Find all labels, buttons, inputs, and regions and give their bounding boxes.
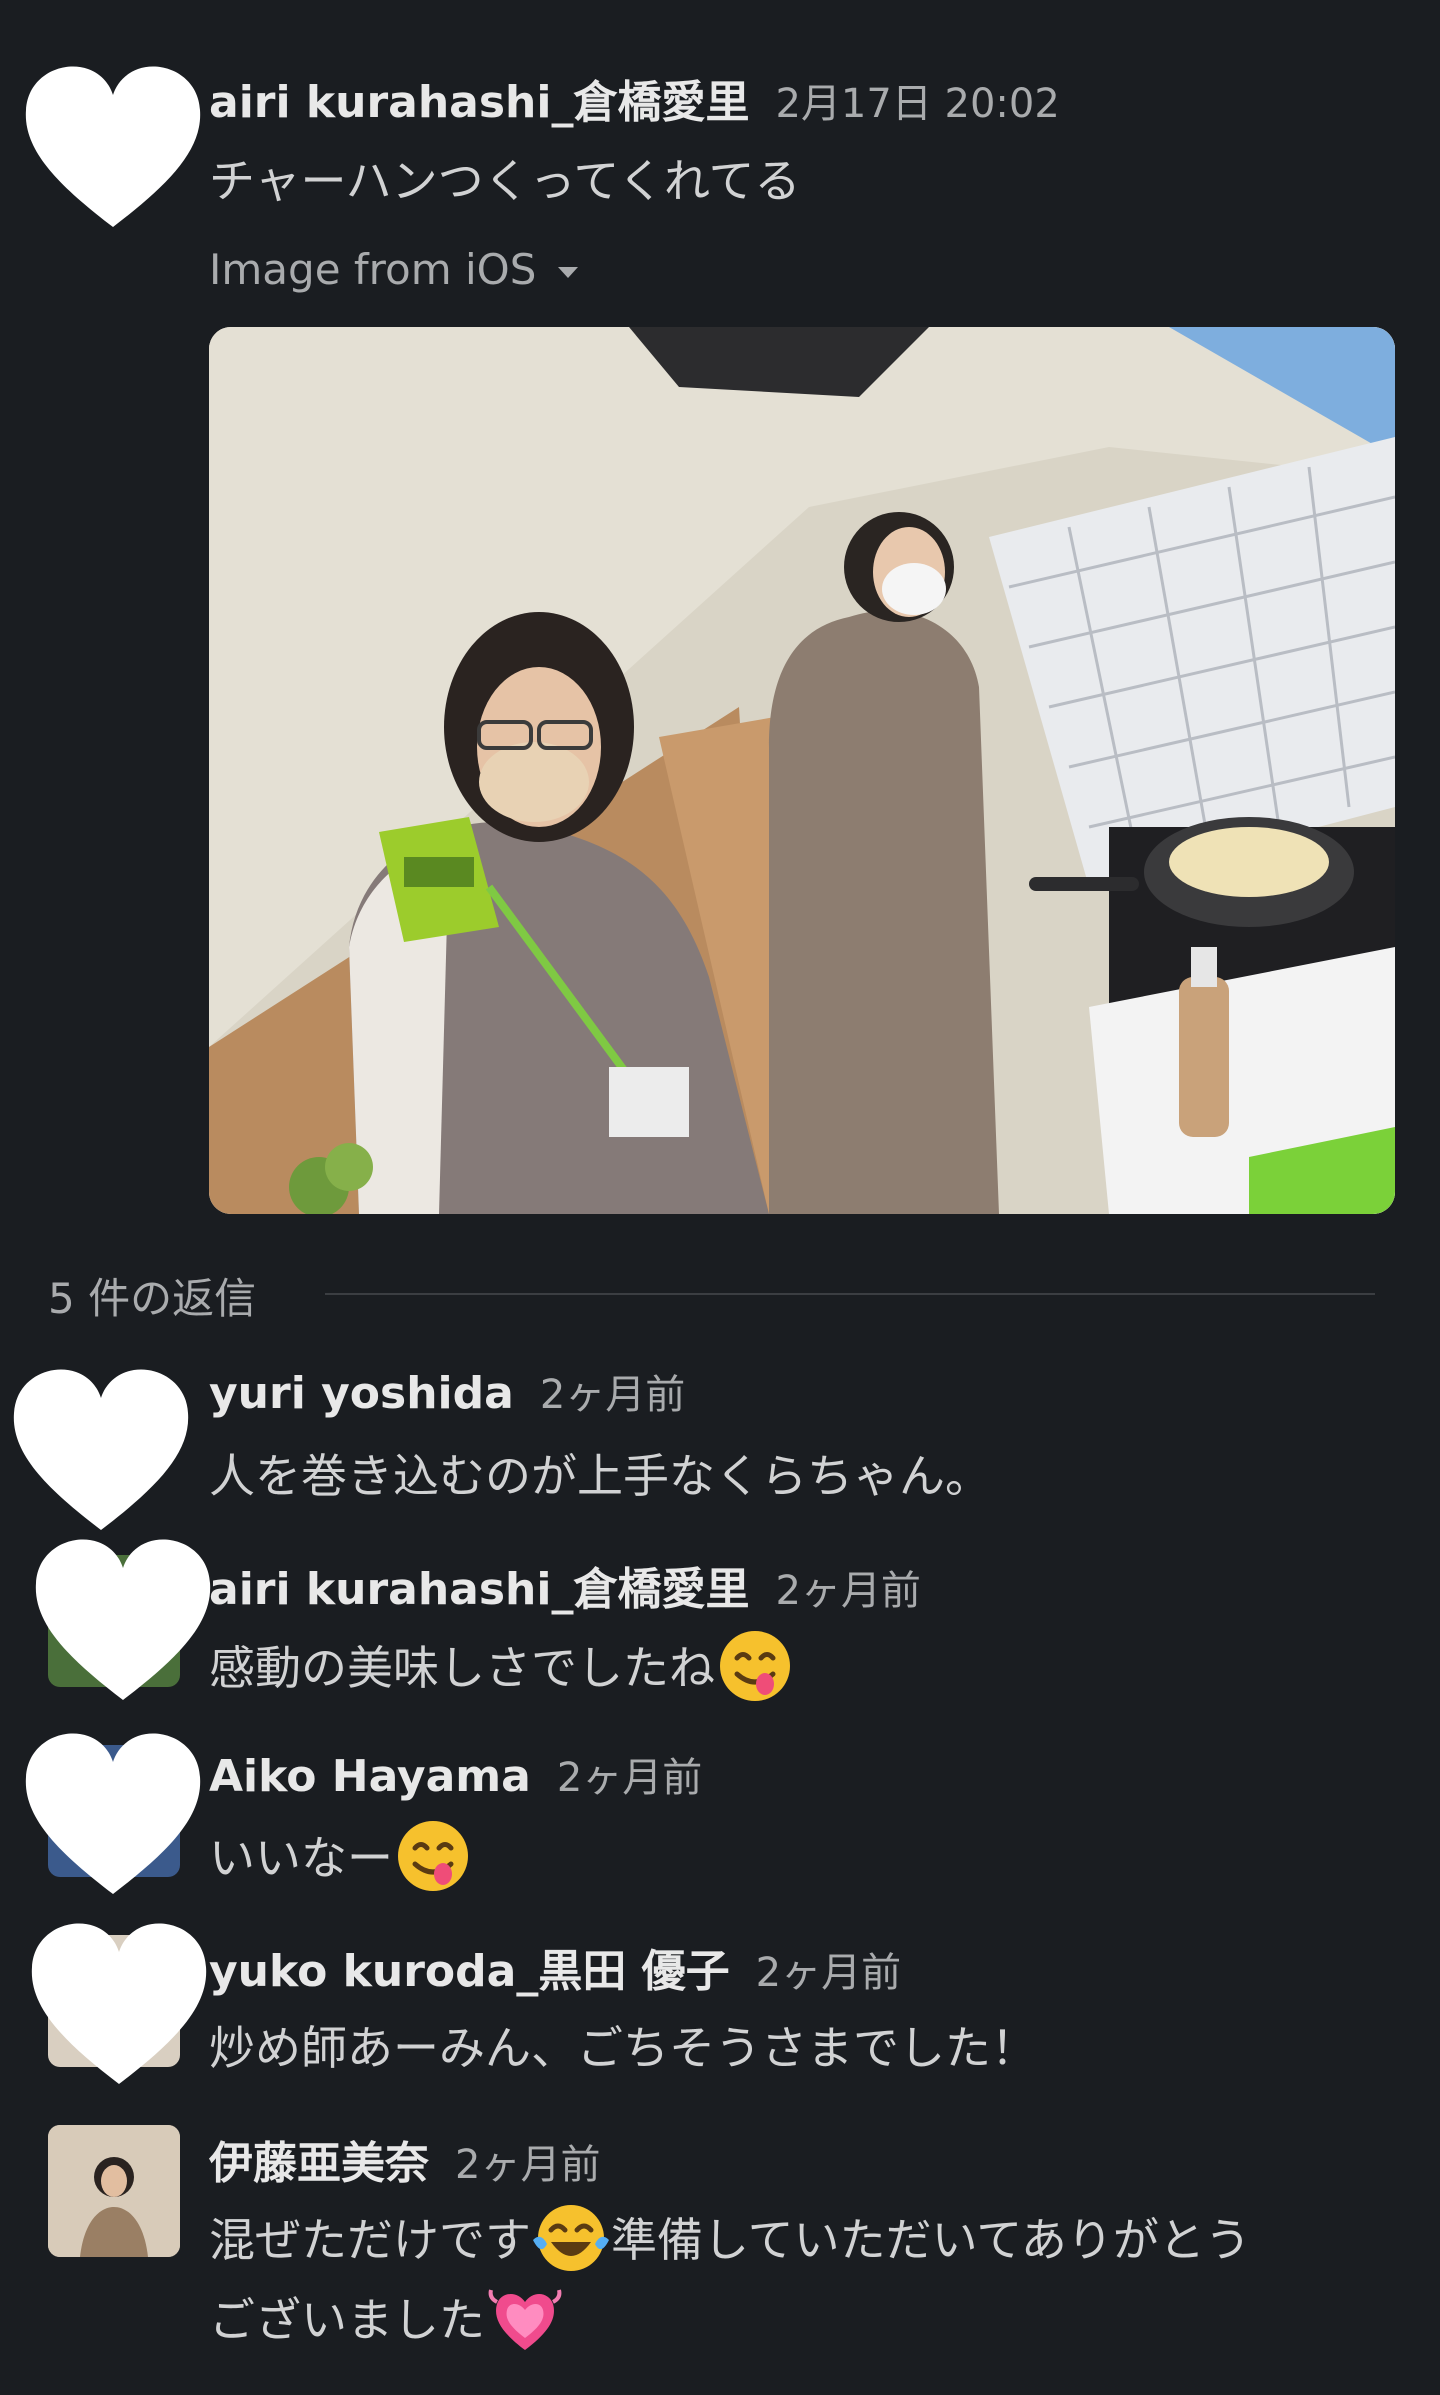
reply-2-header: airi kurahashi_倉橋愛里 2ヶ月前 xyxy=(209,1553,921,1617)
reply-3-header: Aiko Hayama 2ヶ月前 xyxy=(209,1745,702,1803)
reply-text-line: いいなー xyxy=(209,1818,473,1905)
reply-text-line: ございました xyxy=(209,2280,565,2367)
image-attachment[interactable] xyxy=(209,327,1395,1214)
reply-timestamp[interactable]: 2ヶ月前 xyxy=(775,1568,920,1614)
reply-5-header: 伊藤亜美奈 2ヶ月前 xyxy=(209,2127,600,2191)
avatar[interactable] xyxy=(48,2125,180,2257)
reply-4-header: yuko kuroda_黒田 優子 2ヶ月前 xyxy=(209,1935,901,1999)
reply-text-line: 感動の美味しさでしたね xyxy=(209,1628,795,1715)
avatar-redacted xyxy=(24,1912,214,2092)
reply-text: いいなー xyxy=(209,1831,393,1885)
post-author-name[interactable]: airi kurahashi_倉橋愛里 xyxy=(209,77,749,128)
avatar-redacted xyxy=(6,1358,196,1538)
caret-down-icon[interactable] xyxy=(558,267,579,278)
post-author[interactable]: airi kurahashi_倉橋愛里 2月17日 20:02 xyxy=(209,66,1060,130)
reply-author[interactable]: yuko kuroda_黒田 優子 xyxy=(209,1946,730,1997)
post-timestamp[interactable]: 2月17日 20:02 xyxy=(775,81,1059,127)
file-title-text[interactable]: Image from iOS xyxy=(209,245,536,294)
avatar-redacted xyxy=(18,55,208,235)
yum-face-emoji xyxy=(717,1628,793,1715)
reply-author[interactable]: Aiko Hayama xyxy=(209,1751,531,1802)
reply-text: 感動の美味しさでしたね xyxy=(209,1641,715,1695)
reply-text-line2: ございました xyxy=(209,2293,485,2347)
file-title[interactable]: Image from iOS xyxy=(209,245,579,294)
reply-1-header: yuri yoshida 2ヶ月前 xyxy=(209,1362,685,1420)
reply-timestamp[interactable]: 2ヶ月前 xyxy=(557,1755,702,1801)
reply-timestamp[interactable]: 2ヶ月前 xyxy=(756,1950,901,1996)
tears-of-joy-emoji xyxy=(533,2200,609,2287)
reply-timestamp[interactable]: 2ヶ月前 xyxy=(455,2142,600,2188)
reply-author[interactable]: airi kurahashi_倉橋愛里 xyxy=(209,1564,749,1615)
post-text: チャーハンつくってくれてる xyxy=(209,154,801,208)
growing-heart-emoji xyxy=(487,2280,563,2367)
reply-count[interactable]: 5 件の返信 xyxy=(48,1265,256,1326)
reply-author[interactable]: yuri yoshida xyxy=(209,1368,514,1419)
reply-text: 炒め師あーみん、ごちそうさまでした！ xyxy=(209,2021,1037,2075)
reply-text-part2: 準備していただいてありがとう xyxy=(611,2213,1251,2267)
avatar-redacted xyxy=(18,1722,208,1902)
reply-timestamp[interactable]: 2ヶ月前 xyxy=(540,1372,685,1418)
reply-text: 人を巻き込むのが上手なくらちゃん。 xyxy=(209,1449,991,1503)
thread-divider xyxy=(325,1293,1375,1295)
avatar-redacted xyxy=(28,1528,218,1708)
reply-text-part1: 混ぜただけです xyxy=(209,2213,531,2267)
reply-text-line: 混ぜただけです 準備していただいてありがとう xyxy=(209,2200,1251,2287)
yum-face-emoji xyxy=(395,1818,471,1905)
reply-author[interactable]: 伊藤亜美奈 xyxy=(209,2138,429,2189)
photo-illustration xyxy=(209,327,1395,1214)
